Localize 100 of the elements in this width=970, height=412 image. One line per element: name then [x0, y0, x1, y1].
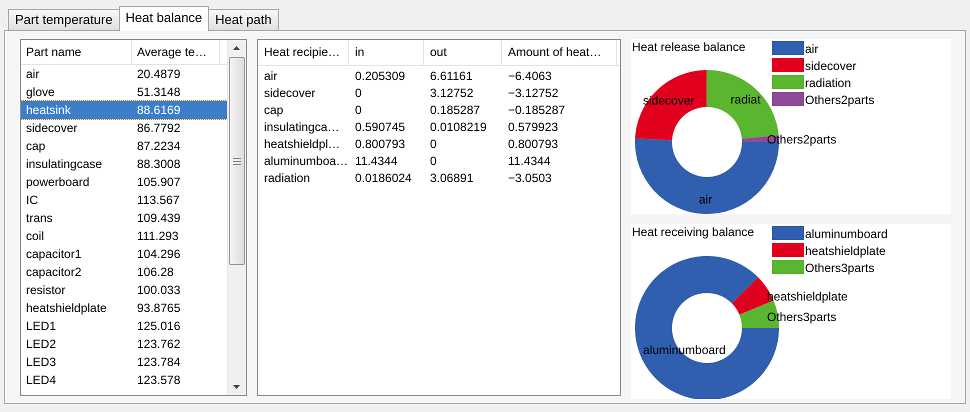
table-cell-text: 11.4344 — [354, 154, 398, 168]
table-cell-text: aluminumboa… — [263, 154, 349, 168]
temperature-value: 109.439 — [136, 211, 182, 225]
list-row[interactable]: resistor 100.033 — [21, 281, 227, 299]
list-row[interactable]: IC 113.567 — [21, 191, 227, 209]
tab[interactable]: Heat balance — [118, 6, 210, 31]
temperature-value: 111.293 — [136, 229, 180, 243]
column-header[interactable]: Heat recipie… — [258, 40, 349, 65]
part-name: glove — [25, 85, 56, 99]
tab[interactable]: Heat path — [208, 9, 279, 30]
table-cell-text: 0.205309 — [354, 68, 406, 82]
part-name: LED4 — [25, 373, 58, 387]
temperature-value: 88.6169 — [136, 103, 182, 117]
list-row[interactable]: LED2 123.762 — [21, 335, 227, 353]
column-header[interactable]: in — [349, 40, 424, 65]
legend-label: Others2parts — [805, 93, 874, 107]
table-cell-text: 0.590745 — [354, 120, 406, 134]
list-row[interactable]: heatshieldplate 93.8765 — [21, 299, 227, 317]
column-header[interactable]: out — [424, 40, 502, 65]
list-row[interactable]: air 20.4879 — [21, 65, 227, 83]
table-cell-text: −3.12752 — [507, 86, 560, 100]
temperature-value: 104.296 — [136, 247, 182, 261]
table-cell-text: 3.12752 — [429, 86, 474, 100]
table-cell-text: 0.0108219 — [429, 120, 488, 134]
list-row[interactable]: heatsink 88.6169 — [21, 101, 227, 119]
scroll-thumb[interactable] — [229, 57, 245, 265]
table-cell-text: −3.0503 — [507, 170, 553, 184]
list-row[interactable]: LED1 125.016 — [21, 317, 227, 335]
table-cell-text: air — [263, 68, 278, 82]
grip-icon — [233, 158, 241, 164]
table-cell-text: 0.800793 — [354, 136, 406, 150]
table-cell-text: cap — [263, 102, 284, 116]
table-cell-text: 6.61161 — [429, 68, 474, 82]
part-name: LED1 — [25, 319, 58, 333]
table-cell-text: sidecover — [263, 86, 316, 100]
part-name: heatsink — [25, 103, 72, 117]
list-row[interactable]: sidecover 86.7792 — [21, 119, 227, 137]
temperature-value: 87.2234 — [136, 139, 182, 153]
table-cell-text: 0 — [429, 154, 438, 168]
table-cell-text: −6.4063 — [507, 68, 553, 82]
legend-label: aluminumboard — [805, 227, 888, 241]
list-row[interactable]: cap 87.2234 — [21, 137, 227, 155]
temperature-value: 86.7792 — [136, 121, 182, 135]
table-cell-text: heatshieldpl… — [263, 136, 342, 150]
legend-label: radiation — [805, 76, 852, 90]
temperature-value: 113.567 — [136, 193, 180, 207]
list-row[interactable]: coil 111.293 — [21, 227, 227, 245]
part-name: resistor — [25, 283, 66, 297]
temperature-value: 88.3008 — [136, 157, 182, 171]
legend-label: Others3parts — [805, 261, 874, 275]
temperature-value: 123.784 — [136, 355, 182, 369]
temperature-value: 51.3148 — [136, 85, 182, 99]
list-row[interactable]: LED4 123.578 — [21, 371, 227, 389]
legend-label: sidecover — [805, 59, 856, 73]
chart-title: Heat release balance — [632, 40, 746, 54]
part-name: capacitor1 — [25, 247, 82, 261]
temperature-value: 123.762 — [136, 337, 182, 351]
list-row[interactable]: trans 109.439 — [21, 209, 227, 227]
table-cell-text: 0.579923 — [507, 120, 560, 134]
part-name: LED3 — [25, 355, 58, 369]
part-name: insulatingcase — [25, 157, 104, 171]
table-cell-text: radiation — [263, 170, 312, 184]
table-cell-text: 3.06891 — [429, 170, 474, 184]
table-cell-text: 0 — [429, 136, 438, 150]
scrollbar[interactable] — [227, 40, 246, 395]
temperature-value: 20.4879 — [136, 67, 182, 81]
list-row[interactable]: capacitor1 104.296 — [21, 245, 227, 263]
column-header[interactable]: Amount of heat… — [502, 40, 617, 65]
part-name: IC — [25, 193, 39, 207]
table-cell-text: 0 — [354, 102, 363, 116]
column-header[interactable]: Part name — [21, 40, 132, 64]
list-row[interactable]: LED3 123.784 — [21, 353, 227, 371]
table-cell-text: 0.185287 — [429, 102, 482, 116]
part-name: air — [25, 67, 40, 81]
table-cell-text: −0.185287 — [507, 102, 566, 116]
part-name: sidecover — [25, 121, 78, 135]
chart-title: Heat receiving balance — [632, 225, 754, 239]
part-name: heatshieldplate — [25, 301, 108, 315]
list-row[interactable]: powerboard 105.907 — [21, 173, 227, 191]
legend-label: heatshieldplate — [805, 244, 886, 258]
part-name: cap — [25, 139, 46, 153]
temperature-value: 125.016 — [136, 319, 182, 333]
part-name: trans — [25, 211, 54, 225]
temperature-value: 106.28 — [136, 265, 175, 279]
slice-label: radiat — [730, 92, 761, 106]
tab[interactable]: Part temperature — [8, 9, 120, 30]
column-header[interactable]: Average te… — [132, 40, 220, 64]
part-name: capacitor2 — [25, 265, 82, 279]
slice-label: air — [698, 192, 712, 206]
table-cell-text: 0 — [354, 86, 363, 100]
temperature-value: 123.578 — [136, 373, 182, 387]
table-cell-text: 0.800793 — [507, 136, 560, 150]
part-name: powerboard — [25, 175, 90, 189]
part-name: coil — [25, 229, 46, 243]
temperature-value: 105.907 — [136, 175, 182, 189]
list-row[interactable]: glove 51.3148 — [21, 83, 227, 101]
list-row[interactable]: insulatingcase 88.3008 — [21, 155, 227, 173]
table-cell-text: 11.4344 — [507, 154, 552, 168]
part-name: LED2 — [25, 337, 58, 351]
list-row[interactable]: capacitor2 106.28 — [21, 263, 227, 281]
